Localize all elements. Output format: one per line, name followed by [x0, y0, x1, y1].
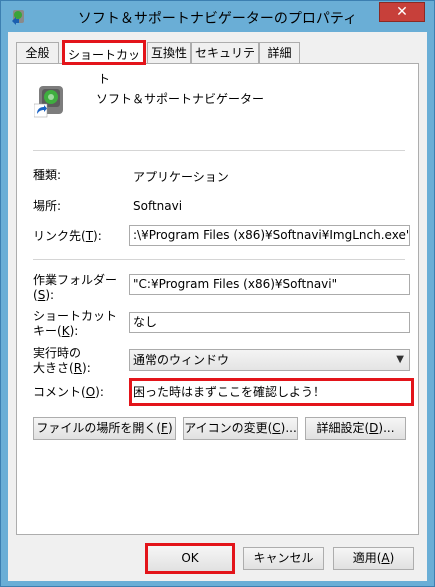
- close-icon: ✕: [396, 4, 408, 20]
- shortcut-key-label: ショートカット キー(K):: [33, 309, 118, 338]
- tab-shortcut[interactable]: ショートカット: [62, 40, 146, 86]
- target-label: リンク先(T):: [33, 229, 102, 243]
- advanced-button[interactable]: 詳細設定(D)...: [305, 417, 406, 440]
- properties-window: ソフト＆サポートナビゲーターのプロパティ ✕ 全般 ショートカット 互換性 セキ…: [0, 0, 435, 587]
- apply-button[interactable]: 適用(A): [333, 547, 414, 570]
- type-label: 種類:: [33, 168, 62, 182]
- separator: [33, 150, 405, 151]
- chevron-down-icon[interactable]: ▼: [396, 350, 404, 370]
- tab-general[interactable]: 全般: [16, 42, 59, 63]
- dialog-client: 全般 ショートカット 互換性 セキュリティ 詳細 ソフト＆サポートナビゲーター …: [8, 32, 427, 581]
- shortcut-key-field[interactable]: なし: [129, 312, 410, 333]
- comment-field[interactable]: 困った時はまずここを確認しよう！: [129, 378, 414, 406]
- ok-button[interactable]: OK: [145, 543, 235, 574]
- shortcut-panel: ソフト＆サポートナビゲーター 種類: アプリケーション 場所: Softnavi…: [16, 63, 419, 535]
- app-icon: [34, 86, 63, 118]
- close-button[interactable]: ✕: [379, 2, 425, 22]
- tab-compatibility[interactable]: 互換性: [147, 42, 191, 63]
- run-label: 実行時の 大きさ(R):: [33, 346, 91, 375]
- location-label: 場所:: [33, 199, 62, 213]
- open-file-location-button[interactable]: ファイルの場所を開く(F): [33, 417, 176, 440]
- run-select[interactable]: 通常のウィンドウ ▼: [129, 349, 410, 371]
- app-name: ソフト＆サポートナビゲーター: [96, 92, 265, 106]
- target-field[interactable]: :\¥Program Files (x86)¥Softnavi¥ImgLnch.…: [129, 225, 410, 246]
- window-title: ソフト＆サポートナビゲーターのプロパティ: [77, 11, 358, 27]
- tab-security[interactable]: セキュリティ: [191, 42, 259, 81]
- type-value: アプリケーション: [133, 170, 229, 184]
- run-select-value: 通常のウィンドウ: [133, 353, 230, 367]
- startin-label: 作業フォルダー (S):: [33, 273, 118, 302]
- location-value: Softnavi: [133, 199, 183, 213]
- startin-field[interactable]: "C:¥Program Files (x86)¥Softnavi": [129, 274, 410, 295]
- separator: [33, 259, 405, 260]
- cancel-button[interactable]: キャンセル: [243, 547, 324, 570]
- comment-label: コメント(O):: [33, 385, 104, 399]
- tab-details[interactable]: 詳細: [259, 42, 300, 63]
- change-icon-button[interactable]: アイコンの変更(C)...: [183, 417, 298, 440]
- title-bar[interactable]: ソフト＆サポートナビゲーターのプロパティ ✕: [1, 1, 434, 32]
